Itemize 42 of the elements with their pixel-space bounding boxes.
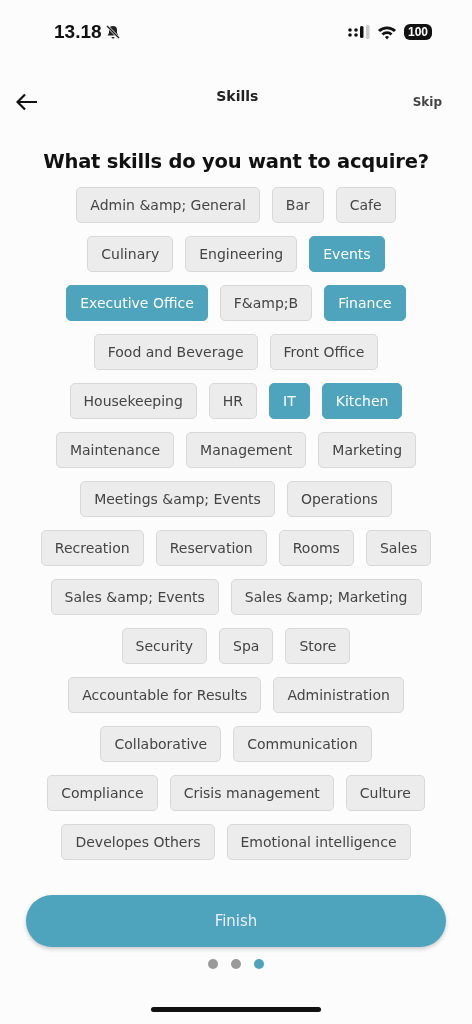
page-title: Skills <box>216 88 259 104</box>
skill-chip[interactable]: Marketing <box>318 432 417 468</box>
skill-chip[interactable]: Communication <box>233 726 372 762</box>
question-heading: What skills do you want to acquire? <box>42 150 430 173</box>
skill-chip[interactable]: Compliance <box>47 775 158 811</box>
wifi-icon <box>376 24 397 40</box>
back-arrow-icon[interactable] <box>16 93 38 111</box>
skill-chip[interactable]: Maintenance <box>55 432 175 468</box>
skill-chip[interactable]: Operations <box>286 481 392 517</box>
skill-chip[interactable]: Engineering <box>185 236 298 272</box>
skill-chip[interactable]: Store <box>285 628 351 664</box>
skill-chip[interactable]: Bar <box>271 187 324 223</box>
skill-chip[interactable]: Sales &amp; Marketing <box>230 579 422 615</box>
skill-chip[interactable]: Spa <box>219 628 274 664</box>
skill-chip[interactable]: Developes Others <box>61 824 215 860</box>
skill-chip[interactable]: Accountable for Results <box>68 677 262 713</box>
status-time: 13.18 <box>54 21 102 43</box>
skill-chip[interactable]: Cafe <box>335 187 396 223</box>
skill-chip[interactable]: Housekeeping <box>69 383 197 419</box>
skill-chip[interactable]: F&amp;B <box>219 285 313 321</box>
skill-chip[interactable]: Food and Beverage <box>93 334 258 370</box>
skip-button[interactable]: Skip <box>412 95 442 109</box>
skill-chip[interactable]: Emotional intelligence <box>226 824 411 860</box>
skill-chip[interactable]: Reservation <box>155 530 267 566</box>
skill-chip[interactable]: Rooms <box>278 530 354 566</box>
battery-level: 100 <box>403 24 432 40</box>
skill-chip[interactable]: Meetings &amp; Events <box>80 481 275 517</box>
skill-chip[interactable]: Culinary <box>87 236 174 272</box>
skill-chip[interactable]: Management <box>186 432 307 468</box>
skill-chip[interactable]: HR <box>208 383 258 419</box>
muted-bell-icon <box>104 24 121 40</box>
skill-chip[interactable]: Admin &amp; General <box>76 187 260 223</box>
skill-chip[interactable]: Crisis management <box>169 775 334 811</box>
skill-chip[interactable]: Security <box>121 628 208 664</box>
skill-chip[interactable]: Front Office <box>269 334 379 370</box>
skill-chip[interactable]: Recreation <box>40 530 144 566</box>
skill-chip[interactable]: Administration <box>273 677 404 713</box>
signal-icon <box>347 25 370 39</box>
skill-chip[interactable]: Collaborative <box>100 726 222 762</box>
skill-chip[interactable]: Sales &amp; Events <box>50 579 219 615</box>
skill-chip[interactable]: Culture <box>345 775 425 811</box>
skill-chip[interactable]: Sales <box>365 530 432 566</box>
